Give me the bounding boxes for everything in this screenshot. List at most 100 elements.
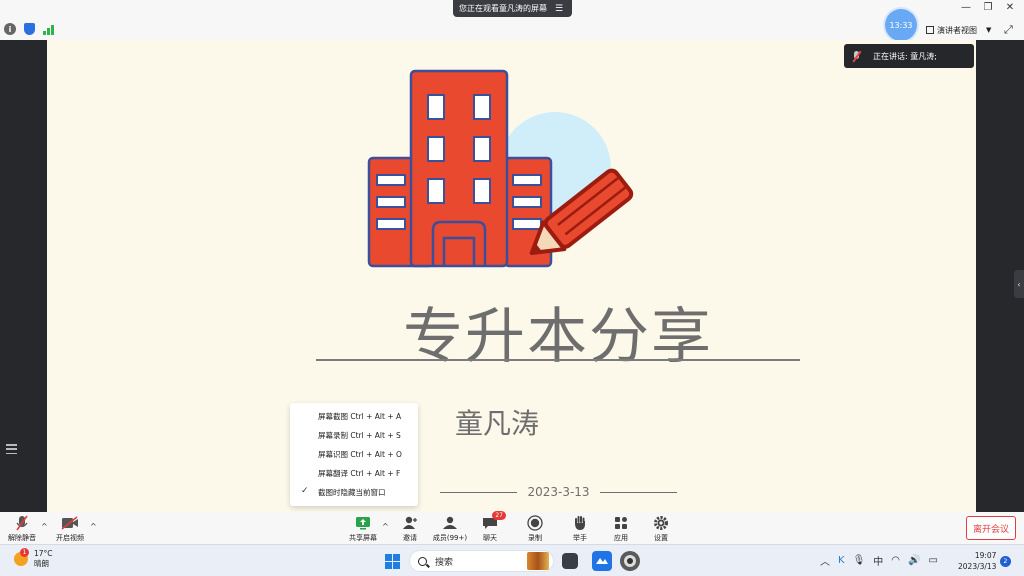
record-icon [527,515,543,531]
chat-icon: 27 [482,511,506,531]
menu-item-label: 屏幕识图 Ctrl + Alt + O [318,450,402,459]
sun-icon: 1 [14,548,29,566]
menu-item-screen-ocr[interactable]: 屏幕识图 Ctrl + Alt + O [290,445,418,464]
windows-taskbar: 1 17°C 晴朗 搜索 ︿ K 🎙 中 ◠ 🔊 ▭ 19:07 2023/3/… [0,544,1024,576]
apps-button[interactable]: 应用 [601,515,641,543]
slide-date-row: 2023-3-13 [440,485,678,499]
view-mode-label: 演讲者视图 [937,25,977,35]
minimize-icon[interactable]: — [960,2,972,13]
hand-icon [573,515,587,531]
taskbar-clock[interactable]: 19:07 2023/3/13 [958,550,996,572]
chat-unread-badge: 27 [492,511,506,520]
settings-label: 设置 [654,534,668,542]
mic-muted-icon [15,515,29,531]
windows-start-icon[interactable] [385,554,400,569]
members-label: 成员(99+) [432,534,468,542]
audio-options-chevron-icon[interactable]: ^ [41,522,48,531]
invite-button[interactable]: 邀请 [390,515,430,543]
menu-item-screen-record[interactable]: 屏幕录制 Ctrl + Alt + S [290,426,418,445]
mic-muted-icon [852,50,861,62]
weather-temp: 17°C [34,549,53,558]
chat-button[interactable]: 27 聊天 [470,511,510,543]
browser-app-icon[interactable] [620,551,640,571]
settings-button[interactable]: 设置 [641,515,681,543]
presentation-slide: 专升本分享 童凡涛 2023-3-13 [47,40,976,512]
input-tool-icon[interactable]: K [838,555,845,566]
chat-label: 聊天 [483,534,497,542]
fullscreen-icon[interactable]: ⤢ [1004,23,1013,37]
raise-hand-button[interactable]: 举手 [560,515,600,543]
members-button[interactable]: 成员(99+) [430,515,470,543]
slide-title: 专升本分享 [403,302,713,372]
wifi-icon[interactable]: ◠ [891,555,900,566]
gear-icon [653,515,669,531]
speaking-text: 正在讲话: 童凡涛; [873,51,937,61]
slide-date: 2023-3-13 [527,485,590,499]
title-divider [316,359,800,361]
screenshot-context-menu: 屏幕截图 Ctrl + Alt + A 屏幕录制 Ctrl + Alt + S … [290,403,418,506]
side-panel-toggle[interactable]: ‹ [1014,270,1024,298]
weather-widget[interactable]: 1 17°C 晴朗 [14,548,53,569]
meeting-info-icons: i [4,23,55,35]
info-icon[interactable]: i [4,23,16,35]
start-video-button[interactable]: 开启视频 [50,515,90,543]
apps-label: 应用 [614,534,628,542]
taskbar-search[interactable]: 搜索 [409,550,554,572]
members-icon [442,515,458,531]
notification-badge[interactable]: 2 [1000,556,1011,567]
menu-item-screen-translate[interactable]: 屏幕翻译 Ctrl + Alt + F [290,464,418,483]
add-user-icon [402,515,418,531]
weather-badge: 1 [20,548,29,557]
meeting-window: 您正在观看童凡涛的屏幕 ☰ — ❐ ✕ i 13:33 演讲者视图 ▼ ⤢ 专升… [0,0,1024,576]
menu-item-screenshot[interactable]: 屏幕截图 Ctrl + Alt + A [290,407,418,426]
video-off-icon [61,515,79,531]
weather-condition: 晴朗 [34,559,49,568]
restore-icon[interactable]: ❐ [982,2,994,13]
search-placeholder: 搜索 [435,557,454,568]
tray-expand-icon[interactable]: ︿ [820,553,830,568]
system-tray: ︿ K 🎙 中 ◠ 🔊 ▭ [820,553,938,568]
apps-icon [614,515,628,531]
microphone-icon[interactable]: 🎙 [853,555,866,566]
volume-icon[interactable]: 🔊 [908,555,920,566]
share-options-chevron-icon[interactable]: ^ [382,522,389,531]
invite-label: 邀请 [403,534,417,542]
raise-hand-label: 举手 [573,534,587,542]
unmute-button[interactable]: 解除静音 [2,515,42,543]
check-icon: ✓ [301,486,309,496]
video-options-chevron-icon[interactable]: ^ [90,522,97,531]
menu-item-label: 屏幕截图 Ctrl + Alt + A [318,412,402,421]
search-highlight-image [527,552,549,570]
layout-icon [926,26,934,34]
start-video-label: 开启视频 [56,534,84,542]
speaking-indicator: 正在讲话: 童凡涛; [844,44,974,68]
menu-item-hide-window[interactable]: ✓ 截图时隐藏当前窗口 [290,483,418,502]
menu-item-label: 截图时隐藏当前窗口 [318,488,386,497]
search-icon [418,556,427,566]
date-line-right [599,491,678,493]
banner-menu-icon[interactable]: ☰ [555,4,563,14]
menu-item-label: 屏幕翻译 Ctrl + Alt + F [318,469,401,478]
list-icon[interactable] [6,444,17,454]
battery-icon[interactable]: ▭ [928,555,937,566]
taskview-icon[interactable] [562,553,578,569]
date-line-left [440,491,518,493]
signal-icon[interactable] [43,23,55,35]
shield-icon[interactable] [24,23,35,35]
share-screen-icon [355,515,371,531]
record-button[interactable]: 录制 [515,515,555,543]
close-icon[interactable]: ✕ [1004,2,1016,13]
meeting-toolbar: 解除静音 ^ 开启视频 ^ 共享屏幕 ^ 邀请 成员(99+) 27 聊天 录制… [0,511,1024,544]
chevron-down-icon: ▼ [986,26,992,34]
clock-time: 19:07 [974,551,997,560]
leave-meeting-button[interactable]: 离开会议 [966,516,1016,540]
meeting-app-icon[interactable] [592,551,612,571]
view-mode-button[interactable]: 演讲者视图 ▼ [926,23,991,37]
share-banner[interactable]: 您正在观看童凡涛的屏幕 ☰ [453,0,573,17]
record-label: 录制 [528,534,542,542]
ime-indicator[interactable]: 中 [873,553,883,568]
share-screen-label: 共享屏幕 [349,534,377,542]
unmute-label: 解除静音 [8,534,36,542]
share-screen-button[interactable]: 共享屏幕 [343,515,383,543]
share-banner-text: 您正在观看童凡涛的屏幕 [459,4,547,13]
